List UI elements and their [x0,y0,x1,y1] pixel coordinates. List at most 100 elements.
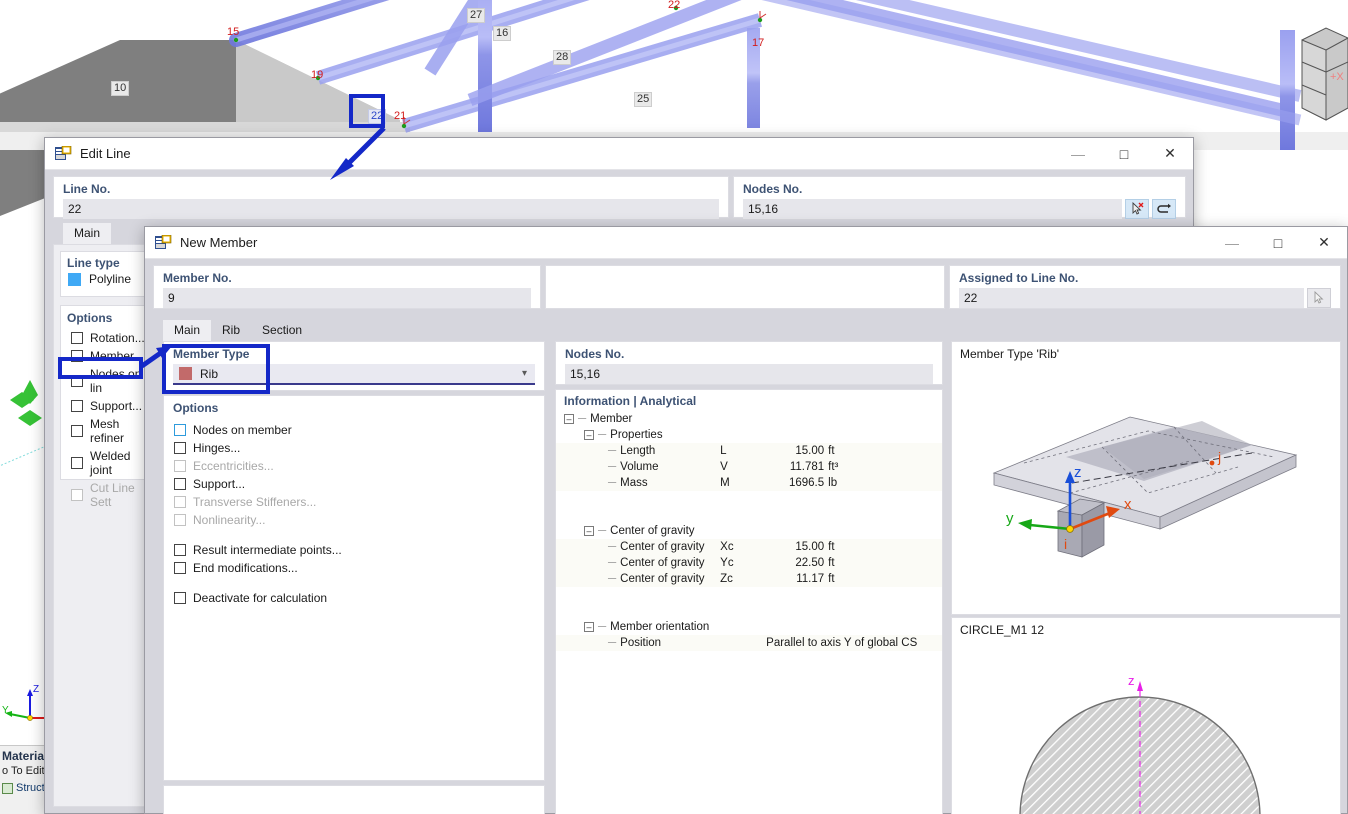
nodes-on-member-checkbox[interactable] [174,424,186,436]
close-button[interactable]: ✕ [1301,227,1347,259]
transverse-stiffeners-checkbox [174,496,186,508]
node-label: 19 [311,69,324,81]
svg-text:Y: Y [2,705,9,716]
option-label: Support... [193,477,246,491]
tree-row-member-orientation[interactable]: ‒ ─ Member orientation [556,619,942,635]
support-checkbox[interactable] [71,400,83,412]
tree-label: Member orientation [610,621,710,633]
maximize-button[interactable]: □ [1255,227,1301,259]
assigned-line-input[interactable]: 22 [959,288,1304,308]
member-no-input[interactable]: 9 [163,288,531,308]
tree-label: Center of gravity [610,525,695,537]
option-nodes-on-member[interactable]: Nodes on member [164,421,544,439]
row-symbol: V [720,461,728,473]
option-label: Result intermediate points... [193,543,342,557]
edit-line-nodes-card: Nodes No. 15,16 [733,176,1186,219]
new-member-window[interactable]: New Member — □ ✕ Member No. 9 Assigned t… [144,226,1348,814]
option-support[interactable]: Support... [61,397,151,415]
section-circle-preview[interactable]: z y [952,637,1340,814]
tree-row-properties[interactable]: ‒ ─ Properties [556,427,942,443]
tab-rib[interactable]: Rib [211,320,251,341]
row-value-wide: Parallel to axis Y of global CS [766,637,918,649]
node-i-label: i [1064,536,1067,552]
deactivate-for-calculation-checkbox[interactable] [174,592,186,604]
tab-section[interactable]: Section [251,320,313,341]
close-button[interactable]: ✕ [1147,138,1193,170]
node-label: 22 [668,0,681,11]
end-modifications-checkbox[interactable] [174,562,186,574]
table-row: ─ Volume V 11.781 ft³ [556,459,942,475]
option-deactivate-for-calculation[interactable]: Deactivate for calculation [164,589,544,607]
welded-joint-checkbox[interactable] [71,457,83,469]
row-symbol: Xc [720,541,734,553]
row-symbol: Yc [720,557,734,569]
line-no-card: Line No. 22 [53,176,729,219]
edit-line-nodes-input[interactable]: 15,16 [743,199,1122,219]
minimize-button[interactable]: — [1055,138,1101,170]
row-unit: ft [828,573,835,585]
hinges-checkbox[interactable] [174,442,186,454]
option-mesh-refinement[interactable]: Mesh refiner [61,415,151,447]
collapse-icon[interactable]: ‒ [584,526,594,536]
minimize-button[interactable]: — [1209,227,1255,259]
member-left-bottom-card [163,785,545,814]
information-tree[interactable]: ‒ ─ Member ‒ ─ Properties ─ Length L 15.… [556,411,942,667]
new-member-titlebar[interactable]: New Member — □ ✕ [145,227,1347,259]
collapse-icon[interactable]: ‒ [564,414,574,424]
row-value: 22.50 [795,557,825,569]
line-type-color-swatch [68,272,81,286]
row-value: 1696.5 [788,477,825,489]
svg-text:Z: Z [33,684,39,695]
pick-line-icon[interactable] [1307,288,1331,308]
edit-line-window-buttons[interactable]: — □ ✕ [1055,138,1193,170]
line-label: 16 [493,26,512,41]
assigned-line-label: Assigned to Line No. [959,271,1079,285]
table-row: ─ Position Parallel to axis Y of global … [556,635,942,651]
new-member-window-buttons[interactable]: — □ ✕ [1209,227,1347,259]
line-type-value: Polyline [89,272,132,286]
tab-main[interactable]: Main [163,320,212,341]
section-preview-caption: CIRCLE_M1 12 [960,623,1045,637]
option-welded-joint[interactable]: Welded joint [61,447,151,479]
row-value: 11.17 [796,573,825,585]
pick-nodes-icon[interactable] [1125,199,1149,219]
row-unit: ft³ [828,461,839,473]
eccentricities-checkbox [174,460,186,472]
cut-line-settings-checkbox [71,489,83,501]
maximize-button[interactable]: □ [1101,138,1147,170]
chevron-down-icon[interactable]: ▾ [522,368,527,379]
rotation-checkbox[interactable] [71,332,83,344]
mesh-refinement-checkbox[interactable] [71,425,83,437]
option-label: Welded joint [90,449,131,477]
row-name: Mass [620,477,648,489]
edit-line-nodes-row: 15,16 [743,199,1176,219]
member-rib-preview-3d[interactable]: z x y i j [952,361,1340,611]
member-nodes-input[interactable]: 15,16 [565,364,933,384]
row-name: Center of gravity [620,573,705,585]
undo-selection-icon[interactable] [1152,199,1176,219]
tree-row-member[interactable]: ‒ ─ Member [556,411,942,427]
option-label: Mesh refiner [90,417,125,445]
collapse-icon[interactable]: ‒ [584,430,594,440]
tab-main[interactable]: Main [63,223,112,244]
support-checkbox[interactable] [174,478,186,490]
option-hinges[interactable]: Hinges... [164,439,544,457]
collapse-icon[interactable]: ‒ [584,622,594,632]
option-support[interactable]: Support... [164,475,544,493]
option-result-intermediate-points[interactable]: Result intermediate points... [164,541,544,559]
row-unit: lb [828,477,838,489]
view-cube-icon[interactable]: +X [1300,22,1348,121]
option-end-modifications[interactable]: End modifications... [164,559,544,577]
edit-line-nodes-label: Nodes No. [743,182,803,196]
new-member-tabs[interactable]: Main Rib Section [153,319,1341,341]
table-row: ─ Length L 15.00 ft [556,443,942,459]
option-eccentricities: Eccentricities... [164,457,544,475]
tree-row-center-of-gravity[interactable]: ‒ ─ Center of gravity [556,523,942,539]
line-type-value-row[interactable]: Polyline [61,272,151,286]
result-intermediate-points-checkbox[interactable] [174,544,186,556]
line-no-input[interactable]: 22 [63,199,719,219]
option-rotation[interactable]: Rotation... [61,329,151,347]
node-label: 15 [227,26,240,38]
edit-line-titlebar[interactable]: Edit Line — □ ✕ [45,138,1193,170]
row-symbol: M [720,477,730,489]
